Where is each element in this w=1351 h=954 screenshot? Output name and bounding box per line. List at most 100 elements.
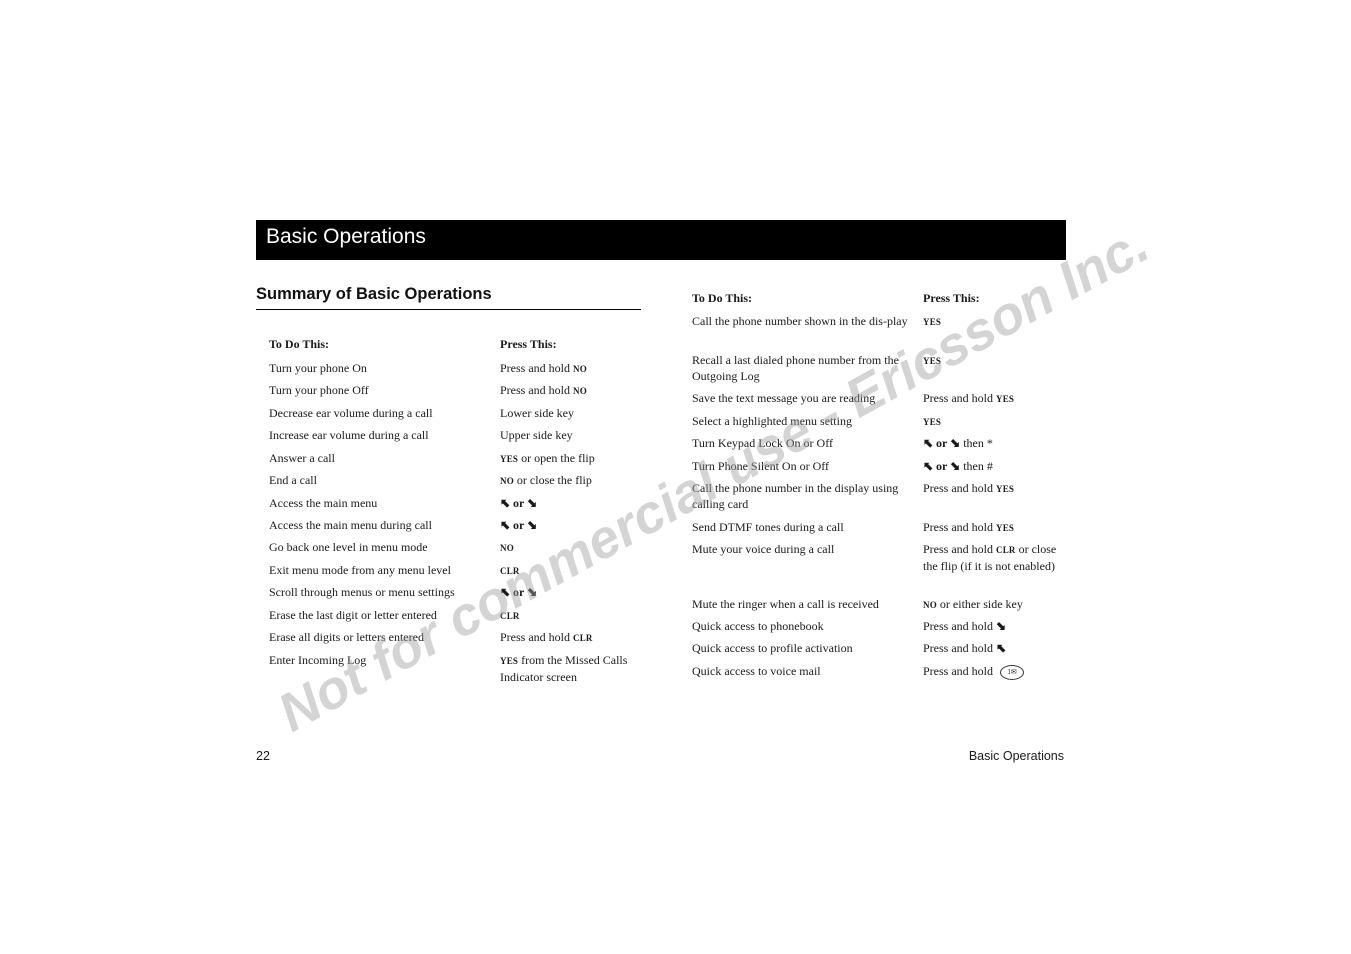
press-instruction: YES [923,352,1068,369]
phone-key-label: YES [996,523,1015,533]
phone-key-label: YES [500,454,519,464]
press-prefix: Press and hold [923,391,996,405]
column-header-action: To Do This: [269,337,330,351]
press-prefix: Lower side key [500,406,574,420]
footer-section-name: Basic Operations [968,749,1064,763]
press-prefix: Upper side key [500,428,573,442]
action-text: Go back one level in menu mode [269,540,428,554]
press-instruction: ⬉ or ⬊ [500,495,650,511]
press-instruction: ⬉ or ⬊ [500,517,650,533]
navigation-arrow-key-icon: ⬉ [996,641,1007,655]
action-text: Erase all digits or letters entered [269,630,424,644]
chapter-header-bar: Basic Operations [256,220,1066,260]
action-text: Quick access to voice mail [692,664,821,678]
phone-key-label: YES [500,656,519,666]
press-prefix: Press and hold [923,641,996,655]
column-header-press: Press This: [500,337,557,351]
press-instruction: Press and hold ⬊ [923,618,1068,634]
press-instruction: Press and hold NO [500,382,650,399]
press-instruction: Press and hold YES [923,390,1068,407]
press-prefix: Press and hold [500,383,573,397]
navigation-arrow-key-icon: ⬉ or ⬊ [500,518,538,532]
press-suffix: or open the flip [518,451,595,465]
action-text: Turn Phone Silent On or Off [692,459,830,473]
press-instruction: Press and hold YES [923,519,1068,536]
navigation-arrow-key-icon: ⬉ or ⬊ [500,585,538,599]
navigation-arrow-key-icon: ⬉ or ⬊ [500,496,538,510]
phone-key-label: YES [996,484,1015,494]
column-header-press: Press This: [923,291,980,305]
action-text: Mute your voice during a call [692,542,835,556]
action-text: Mute the ringer when a call is received [692,597,879,611]
action-text: Call the phone number in the display usi… [692,481,899,511]
press-instruction: Press and hold CLR [500,629,650,646]
action-text: Access the main menu [269,496,378,510]
phone-key-label: NO [923,600,937,610]
navigation-arrow-key-icon: ⬉ or ⬊ [923,459,961,473]
action-text: Access the main menu during call [269,518,432,532]
press-instruction: CLR [500,607,650,624]
press-prefix: Press and hold [500,361,573,375]
press-instruction: NO [500,539,650,556]
press-instruction: Press and hold CLR or close the flip (if… [923,541,1068,574]
phone-key-label: CLR [573,633,593,643]
phone-key-label: YES [923,356,942,366]
action-text: Decrease ear volume during a call [269,406,433,420]
action-text: Quick access to profile activation [692,641,853,655]
action-text: Exit menu mode from any menu level [269,563,451,577]
press-instruction: CLR [500,562,650,579]
press-suffix: or either side key [936,597,1023,611]
press-instruction: YES [923,313,1068,330]
press-instruction: Upper side key [500,427,650,444]
phone-key-label: CLR [500,611,520,621]
press-instruction: Press and hold 1✉ [923,663,1068,680]
action-text: Send DTMF tones during a call [692,520,844,534]
navigation-arrow-key-icon: ⬉ or ⬊ [923,436,961,450]
press-prefix: Press and hold [923,520,996,534]
press-instruction: Press and hold NO [500,360,650,377]
press-instruction: YES [923,413,1068,430]
action-text: Answer a call [269,451,335,465]
press-instruction: Press and hold ⬉ [923,640,1068,656]
action-text: End a call [269,473,317,487]
press-suffix: then * [960,436,993,450]
press-prefix: Press and hold [923,664,996,678]
press-instruction: Press and hold YES [923,480,1068,497]
action-text: Save the text message you are reading [692,391,876,405]
action-text: Turn your phone On [269,361,367,375]
phone-key-label: CLR [996,545,1016,555]
section-underline [256,309,641,310]
column-header-action: To Do This: [692,291,753,305]
phone-key-label: CLR [500,566,520,576]
press-instruction: ⬉ or ⬊ then # [923,458,1068,474]
press-prefix: Press and hold [923,619,996,633]
phone-key-label: NO [500,476,514,486]
press-instruction: NO or either side key [923,596,1068,613]
press-prefix: Press and hold [923,481,996,495]
press-instruction: YES from the Missed Calls Indicator scre… [500,652,650,685]
action-text: Erase the last digit or letter entered [269,608,437,622]
press-instruction: ⬉ or ⬊ [500,584,650,600]
action-text: Increase ear volume during a call [269,428,429,442]
chapter-title: Basic Operations [266,225,426,248]
action-text: Scroll through menus or menu settings [269,585,455,599]
press-prefix: Press and hold [923,542,996,556]
phone-key-label: YES [923,417,942,427]
press-instruction: YES or open the flip [500,450,650,467]
press-suffix: from the Missed Calls Indicator screen [500,653,628,684]
voicemail-key-icon: 1✉ [1000,664,1024,680]
press-instruction: NO or close the flip [500,472,650,489]
press-instruction: ⬉ or ⬊ then * [923,435,1068,451]
phone-key-label: NO [573,386,587,396]
press-prefix: Press and hold [500,630,573,644]
press-instruction: Lower side key [500,405,650,422]
press-suffix: then # [960,459,993,473]
action-text: Turn your phone Off [269,383,369,397]
phone-key-label: YES [996,394,1015,404]
navigation-arrow-key-icon: ⬊ [996,619,1007,633]
phone-key-label: NO [500,543,514,553]
section-title: Summary of Basic Operations [256,285,492,303]
action-text: Turn Keypad Lock On or Off [692,436,833,450]
page-number: 22 [256,749,270,763]
action-text: Call the phone number shown in the dis-p… [692,314,908,328]
